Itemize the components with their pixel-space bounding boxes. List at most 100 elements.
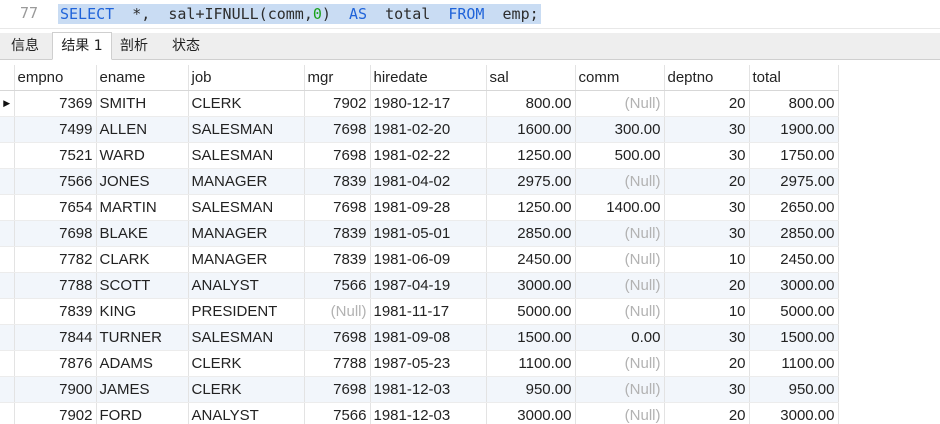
cell-sal[interactable]: 1250.00: [486, 194, 576, 221]
cell-comm[interactable]: (Null): [575, 272, 665, 299]
table-row[interactable]: 7499 ALLEN SALESMAN 7698 1981-02-20 1600.00 30…: [0, 116, 839, 143]
cell-comm[interactable]: (Null): [575, 298, 665, 325]
cell-deptno[interactable]: 30: [664, 142, 750, 169]
cell-comm[interactable]: 0.00: [575, 324, 665, 351]
cell-total[interactable]: 800.00: [749, 90, 839, 117]
cell-total[interactable]: 2450.00: [749, 246, 839, 273]
table-row[interactable]: 7876 ADAMS CLERK 7788 1987-05-23 1100.00 (Null…: [0, 350, 839, 377]
cell-comm[interactable]: 500.00: [575, 142, 665, 169]
cell-deptno[interactable]: 30: [664, 194, 750, 221]
cell-ename[interactable]: KING: [96, 298, 189, 325]
cell-deptno[interactable]: 30: [664, 116, 750, 143]
row-marker[interactable]: [0, 142, 15, 169]
cell-job[interactable]: SALESMAN: [188, 324, 305, 351]
cell-sal[interactable]: 1500.00: [486, 324, 576, 351]
cell-hiredate[interactable]: 1981-05-01: [370, 220, 487, 247]
cell-empno[interactable]: 7698: [14, 220, 97, 247]
row-marker[interactable]: [0, 350, 15, 377]
cell-total[interactable]: 3000.00: [749, 272, 839, 299]
cell-hiredate[interactable]: 1981-09-08: [370, 324, 487, 351]
cell-comm[interactable]: (Null): [575, 168, 665, 195]
cell-sal[interactable]: 950.00: [486, 376, 576, 403]
cell-empno[interactable]: 7499: [14, 116, 97, 143]
cell-mgr[interactable]: 7902: [304, 90, 371, 117]
cell-sal[interactable]: 1250.00: [486, 142, 576, 169]
cell-deptno[interactable]: 20: [664, 168, 750, 195]
row-marker[interactable]: [0, 376, 15, 403]
table-row[interactable]: 7698 BLAKE MANAGER 7839 1981-05-01 2850.00 (Nu…: [0, 220, 839, 247]
cell-deptno[interactable]: 30: [664, 324, 750, 351]
cell-comm[interactable]: (Null): [575, 376, 665, 403]
cell-empno[interactable]: 7521: [14, 142, 97, 169]
cell-hiredate[interactable]: 1981-12-03: [370, 402, 487, 424]
cell-empno[interactable]: 7876: [14, 350, 97, 377]
cell-ename[interactable]: JAMES: [96, 376, 189, 403]
cell-total[interactable]: 2650.00: [749, 194, 839, 221]
column-header-comm[interactable]: comm: [575, 65, 665, 91]
cell-mgr[interactable]: 7839: [304, 220, 371, 247]
tab-info[interactable]: 信息: [0, 33, 50, 59]
cell-sal[interactable]: 2450.00: [486, 246, 576, 273]
cell-empno[interactable]: 7844: [14, 324, 97, 351]
cell-ename[interactable]: BLAKE: [96, 220, 189, 247]
cell-ename[interactable]: FORD: [96, 402, 189, 424]
table-row[interactable]: 7839 KING PRESIDENT (Null) 1981-11-17 5000.00…: [0, 298, 839, 325]
cell-empno[interactable]: 7566: [14, 168, 97, 195]
cell-job[interactable]: MANAGER: [188, 246, 305, 273]
row-marker[interactable]: [0, 246, 15, 273]
cell-mgr[interactable]: 7698: [304, 142, 371, 169]
cell-hiredate[interactable]: 1981-04-02: [370, 168, 487, 195]
cell-mgr[interactable]: 7839: [304, 246, 371, 273]
cell-total[interactable]: 1500.00: [749, 324, 839, 351]
row-marker[interactable]: [0, 272, 15, 299]
tab-status[interactable]: 状态: [164, 33, 208, 59]
cell-total[interactable]: 950.00: [749, 376, 839, 403]
row-marker[interactable]: [0, 324, 15, 351]
cell-hiredate[interactable]: 1981-06-09: [370, 246, 487, 273]
cell-comm[interactable]: 300.00: [575, 116, 665, 143]
cell-deptno[interactable]: 30: [664, 376, 750, 403]
cell-deptno[interactable]: 10: [664, 298, 750, 325]
cell-deptno[interactable]: 20: [664, 90, 750, 117]
cell-empno[interactable]: 7654: [14, 194, 97, 221]
table-row[interactable]: 7844 TURNER SALESMAN 7698 1981-09-08 1500.00 0…: [0, 324, 839, 351]
cell-total[interactable]: 2850.00: [749, 220, 839, 247]
cell-empno[interactable]: 7369: [14, 90, 97, 117]
table-row[interactable]: 7902 FORD ANALYST 7566 1981-12-03 3000.00 (Nul…: [0, 402, 839, 424]
cell-deptno[interactable]: 30: [664, 220, 750, 247]
cell-sal[interactable]: 1600.00: [486, 116, 576, 143]
cell-hiredate[interactable]: 1981-02-22: [370, 142, 487, 169]
cell-mgr[interactable]: (Null): [304, 298, 371, 325]
cell-comm[interactable]: (Null): [575, 220, 665, 247]
cell-job[interactable]: CLERK: [188, 350, 305, 377]
cell-job[interactable]: SALESMAN: [188, 116, 305, 143]
table-row[interactable]: 7521 WARD SALESMAN 7698 1981-02-22 1250.00 500…: [0, 142, 839, 169]
cell-empno[interactable]: 7902: [14, 402, 97, 424]
cell-job[interactable]: CLERK: [188, 376, 305, 403]
cell-hiredate[interactable]: 1981-09-28: [370, 194, 487, 221]
cell-deptno[interactable]: 20: [664, 272, 750, 299]
cell-mgr[interactable]: 7698: [304, 376, 371, 403]
cell-comm[interactable]: (Null): [575, 90, 665, 117]
table-row[interactable]: 7900 JAMES CLERK 7698 1981-12-03 950.00 (Null)…: [0, 376, 839, 403]
row-marker[interactable]: [0, 116, 15, 143]
column-header-hiredate[interactable]: hiredate: [370, 65, 487, 91]
column-header-total[interactable]: total: [749, 65, 839, 91]
cell-empno[interactable]: 7782: [14, 246, 97, 273]
cell-ename[interactable]: MARTIN: [96, 194, 189, 221]
cell-ename[interactable]: ALLEN: [96, 116, 189, 143]
cell-sal[interactable]: 1100.00: [486, 350, 576, 377]
column-header-deptno[interactable]: deptno: [664, 65, 750, 91]
column-header-job[interactable]: job: [188, 65, 305, 91]
cell-sal[interactable]: 2850.00: [486, 220, 576, 247]
sql-editor[interactable]: 77 SELECT *, sal+IFNULL(comm,0) AS total…: [0, 0, 940, 29]
cell-job[interactable]: MANAGER: [188, 220, 305, 247]
cell-comm[interactable]: (Null): [575, 402, 665, 424]
cell-total[interactable]: 5000.00: [749, 298, 839, 325]
cell-ename[interactable]: SCOTT: [96, 272, 189, 299]
tab-result-1[interactable]: 结果 1: [52, 32, 112, 60]
result-grid[interactable]: empno ename job mgr hiredate sal comm deptno tot…: [0, 65, 940, 424]
cell-job[interactable]: PRESIDENT: [188, 298, 305, 325]
column-header-ename[interactable]: ename: [96, 65, 189, 91]
table-row[interactable]: 7782 CLARK MANAGER 7839 1981-06-09 2450.00 (Nu…: [0, 246, 839, 273]
